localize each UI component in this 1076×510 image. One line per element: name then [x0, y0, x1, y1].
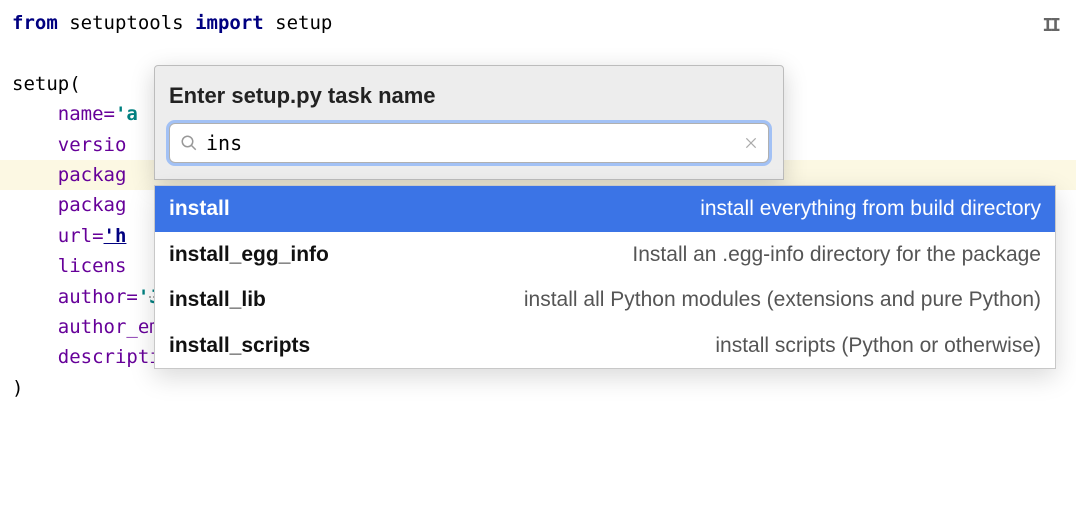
- suggestion-name: install: [169, 192, 230, 226]
- suggestion-desc: install all Python modules (extensions a…: [524, 283, 1041, 317]
- clear-icon[interactable]: [744, 136, 758, 150]
- task-name-popup: Enter setup.py task name: [154, 65, 784, 180]
- search-icon: [180, 134, 198, 152]
- suggestion-desc: install scripts (Python or otherwise): [715, 329, 1041, 363]
- suggestion-name: install_lib: [169, 283, 266, 317]
- suggestion-name: install_egg_info: [169, 238, 329, 272]
- popup-title: Enter setup.py task name: [169, 78, 769, 113]
- suggestion-item[interactable]: install_lib install all Python modules (…: [155, 277, 1055, 323]
- suggestion-name: install_scripts: [169, 329, 310, 363]
- search-input[interactable]: [204, 130, 744, 156]
- code-line: ): [12, 373, 1064, 403]
- suggestion-desc: Install an .egg-info directory for the p…: [632, 238, 1041, 272]
- suggestion-item[interactable]: install install everything from build di…: [155, 186, 1055, 232]
- suggestion-item[interactable]: install_scripts install scripts (Python …: [155, 323, 1055, 369]
- search-field-wrap[interactable]: [169, 123, 769, 163]
- suggestion-item[interactable]: install_egg_info Install an .egg-info di…: [155, 232, 1055, 278]
- suggestions-list: install install everything from build di…: [154, 185, 1056, 369]
- suggestion-desc: install everything from build directory: [700, 192, 1041, 226]
- code-line: from setuptools import setup: [12, 8, 1064, 38]
- pause-icon: II: [1042, 12, 1058, 41]
